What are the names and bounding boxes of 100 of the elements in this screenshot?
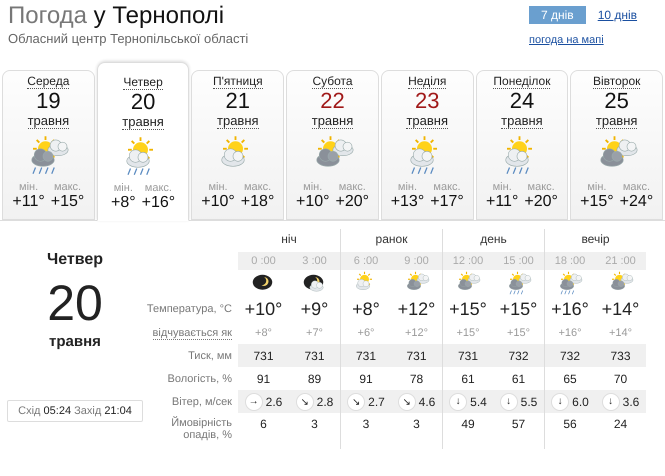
row-label[interactable]: відчувається як	[152, 326, 232, 340]
min-label: мін.	[398, 182, 418, 193]
min-label: мін.	[19, 182, 38, 193]
row-label: Температура, °C	[146, 303, 232, 315]
table-cell: 3	[311, 417, 318, 431]
day-name[interactable]: Понеділок	[493, 74, 550, 89]
temperature-value: +16°	[551, 298, 589, 320]
wind-direction: ↘	[398, 392, 416, 410]
wind-speed: 4.6	[418, 394, 436, 408]
row-label: Вологість, %	[168, 372, 232, 384]
feels-like-value: +6°	[358, 327, 374, 339]
day-date: 22	[320, 89, 345, 113]
day-month[interactable]: травня	[596, 113, 638, 129]
table-cell: 3	[362, 417, 370, 431]
min-temperature: +11°	[486, 193, 518, 211]
wind-speed: 6.0	[572, 394, 589, 408]
period-tab[interactable]: 10 днів	[598, 6, 638, 24]
wind-direction: ↘	[296, 392, 314, 410]
max-label: макс.	[528, 182, 555, 193]
day-name[interactable]: П'ятниця	[212, 74, 263, 89]
table-cell: 731	[304, 348, 325, 362]
time-label: 21 :00	[605, 255, 636, 267]
day-name[interactable]: Четвер	[123, 75, 163, 90]
detail-date: 20	[47, 275, 103, 331]
max-label: макс.	[244, 182, 272, 193]
wind-direction: ↓	[449, 392, 468, 410]
table-cell: 57	[512, 417, 526, 431]
min-label: мін.	[208, 182, 228, 193]
table-cell: 61	[461, 372, 475, 386]
wind-direction: ↘	[347, 392, 366, 410]
temperature-value: +12°	[398, 298, 436, 320]
time-label: 12 :00	[452, 255, 484, 267]
temperature-value: +15°	[449, 298, 487, 320]
day-month[interactable]: травня	[312, 113, 354, 129]
feels-like-value: +12°	[404, 327, 428, 339]
day-name[interactable]: Середа	[27, 74, 70, 89]
temperature-value: +15°	[500, 298, 538, 320]
day-card[interactable]: Середа 19 травня мін. макс. +11° +15°	[2, 70, 95, 220]
feels-like-value: +14°	[608, 327, 632, 339]
day-month[interactable]: травня	[501, 113, 543, 129]
max-label: макс.	[144, 183, 172, 194]
table-cell: 731	[356, 348, 376, 362]
day-name[interactable]: Субота	[312, 74, 353, 89]
temperature-value: +14°	[602, 298, 640, 320]
max-temperature: +15°	[50, 193, 84, 211]
table-cell: 731	[458, 348, 478, 362]
table-cell: 731	[253, 348, 274, 362]
time-label: 6 :00	[354, 255, 378, 267]
map-link[interactable]: погода на мапі	[529, 34, 604, 46]
page-subtitle: Обласний центр Тернопільської області	[8, 31, 248, 46]
day-card[interactable]: Вівторок 25 травня мін. макс. +15° +24°	[570, 70, 664, 220]
wind-direction: ↓	[551, 392, 570, 410]
table-cell: 70	[614, 372, 628, 386]
time-label: 15 :00	[503, 255, 534, 267]
time-label: 9 :00	[404, 255, 429, 267]
sunrise-sunset: Схід 05:24 Захід 21:04	[7, 400, 143, 422]
temperature-value: +9°	[300, 298, 328, 320]
max-temperature: +20°	[336, 193, 370, 211]
time-label: 18 :00	[554, 255, 586, 267]
day-date: 24	[510, 89, 534, 113]
table-cell: 6	[260, 417, 267, 431]
max-label: макс.	[622, 182, 650, 193]
day-card[interactable]: Четвер 20 травня мін. макс. +8° +16°	[96, 62, 190, 221]
max-temperature: +20°	[524, 193, 558, 211]
day-month[interactable]: травня	[122, 114, 164, 130]
day-month[interactable]: травня	[28, 113, 70, 129]
row-label: Вітер, м/сек	[172, 396, 232, 408]
table-cell: 3	[413, 417, 420, 431]
wind-speed: 3.6	[622, 394, 640, 408]
table-cell: 733	[610, 348, 631, 362]
wind-speed: 5.5	[520, 394, 538, 408]
table-cell: 61	[512, 372, 526, 386]
day-name[interactable]: Вівторок	[592, 74, 640, 89]
wind-speed: 2.6	[266, 394, 282, 408]
day-date: 19	[36, 89, 61, 113]
day-date: 20	[130, 90, 156, 114]
min-label: мін.	[303, 182, 322, 193]
table-cell: 91	[359, 372, 373, 386]
wind-direction: ↓	[602, 392, 620, 410]
min-temperature: +10°	[201, 193, 235, 211]
day-card[interactable]: П'ятниця 21 травня мін. макс. +10° +18°	[191, 70, 284, 220]
max-temperature: +24°	[620, 193, 654, 211]
temperature-value: +10°	[244, 298, 282, 320]
table-cell: 732	[508, 348, 529, 362]
day-month[interactable]: травня	[217, 113, 259, 129]
min-temperature: +11°	[12, 193, 45, 211]
table-cell: 731	[406, 348, 427, 362]
max-temperature: +17°	[430, 193, 464, 211]
day-card[interactable]: Субота 22 травня мін. макс. +10° +20°	[286, 70, 379, 220]
day-name[interactable]: Неділя	[408, 74, 446, 89]
max-label: макс.	[433, 182, 461, 193]
page-title: Погода у Тернополі	[8, 2, 226, 30]
wind-speed: 2.7	[368, 394, 385, 408]
max-temperature: +16°	[142, 194, 176, 212]
day-card[interactable]: Понеділок 24 травня мін. макс. +11° +20°	[476, 70, 568, 220]
max-label: макс.	[338, 182, 366, 193]
day-card[interactable]: Неділя 23 травня мін. макс. +13° +17°	[380, 70, 474, 220]
day-date: 21	[226, 89, 250, 113]
day-month[interactable]: травня	[406, 113, 448, 129]
day-date: 25	[604, 89, 629, 113]
